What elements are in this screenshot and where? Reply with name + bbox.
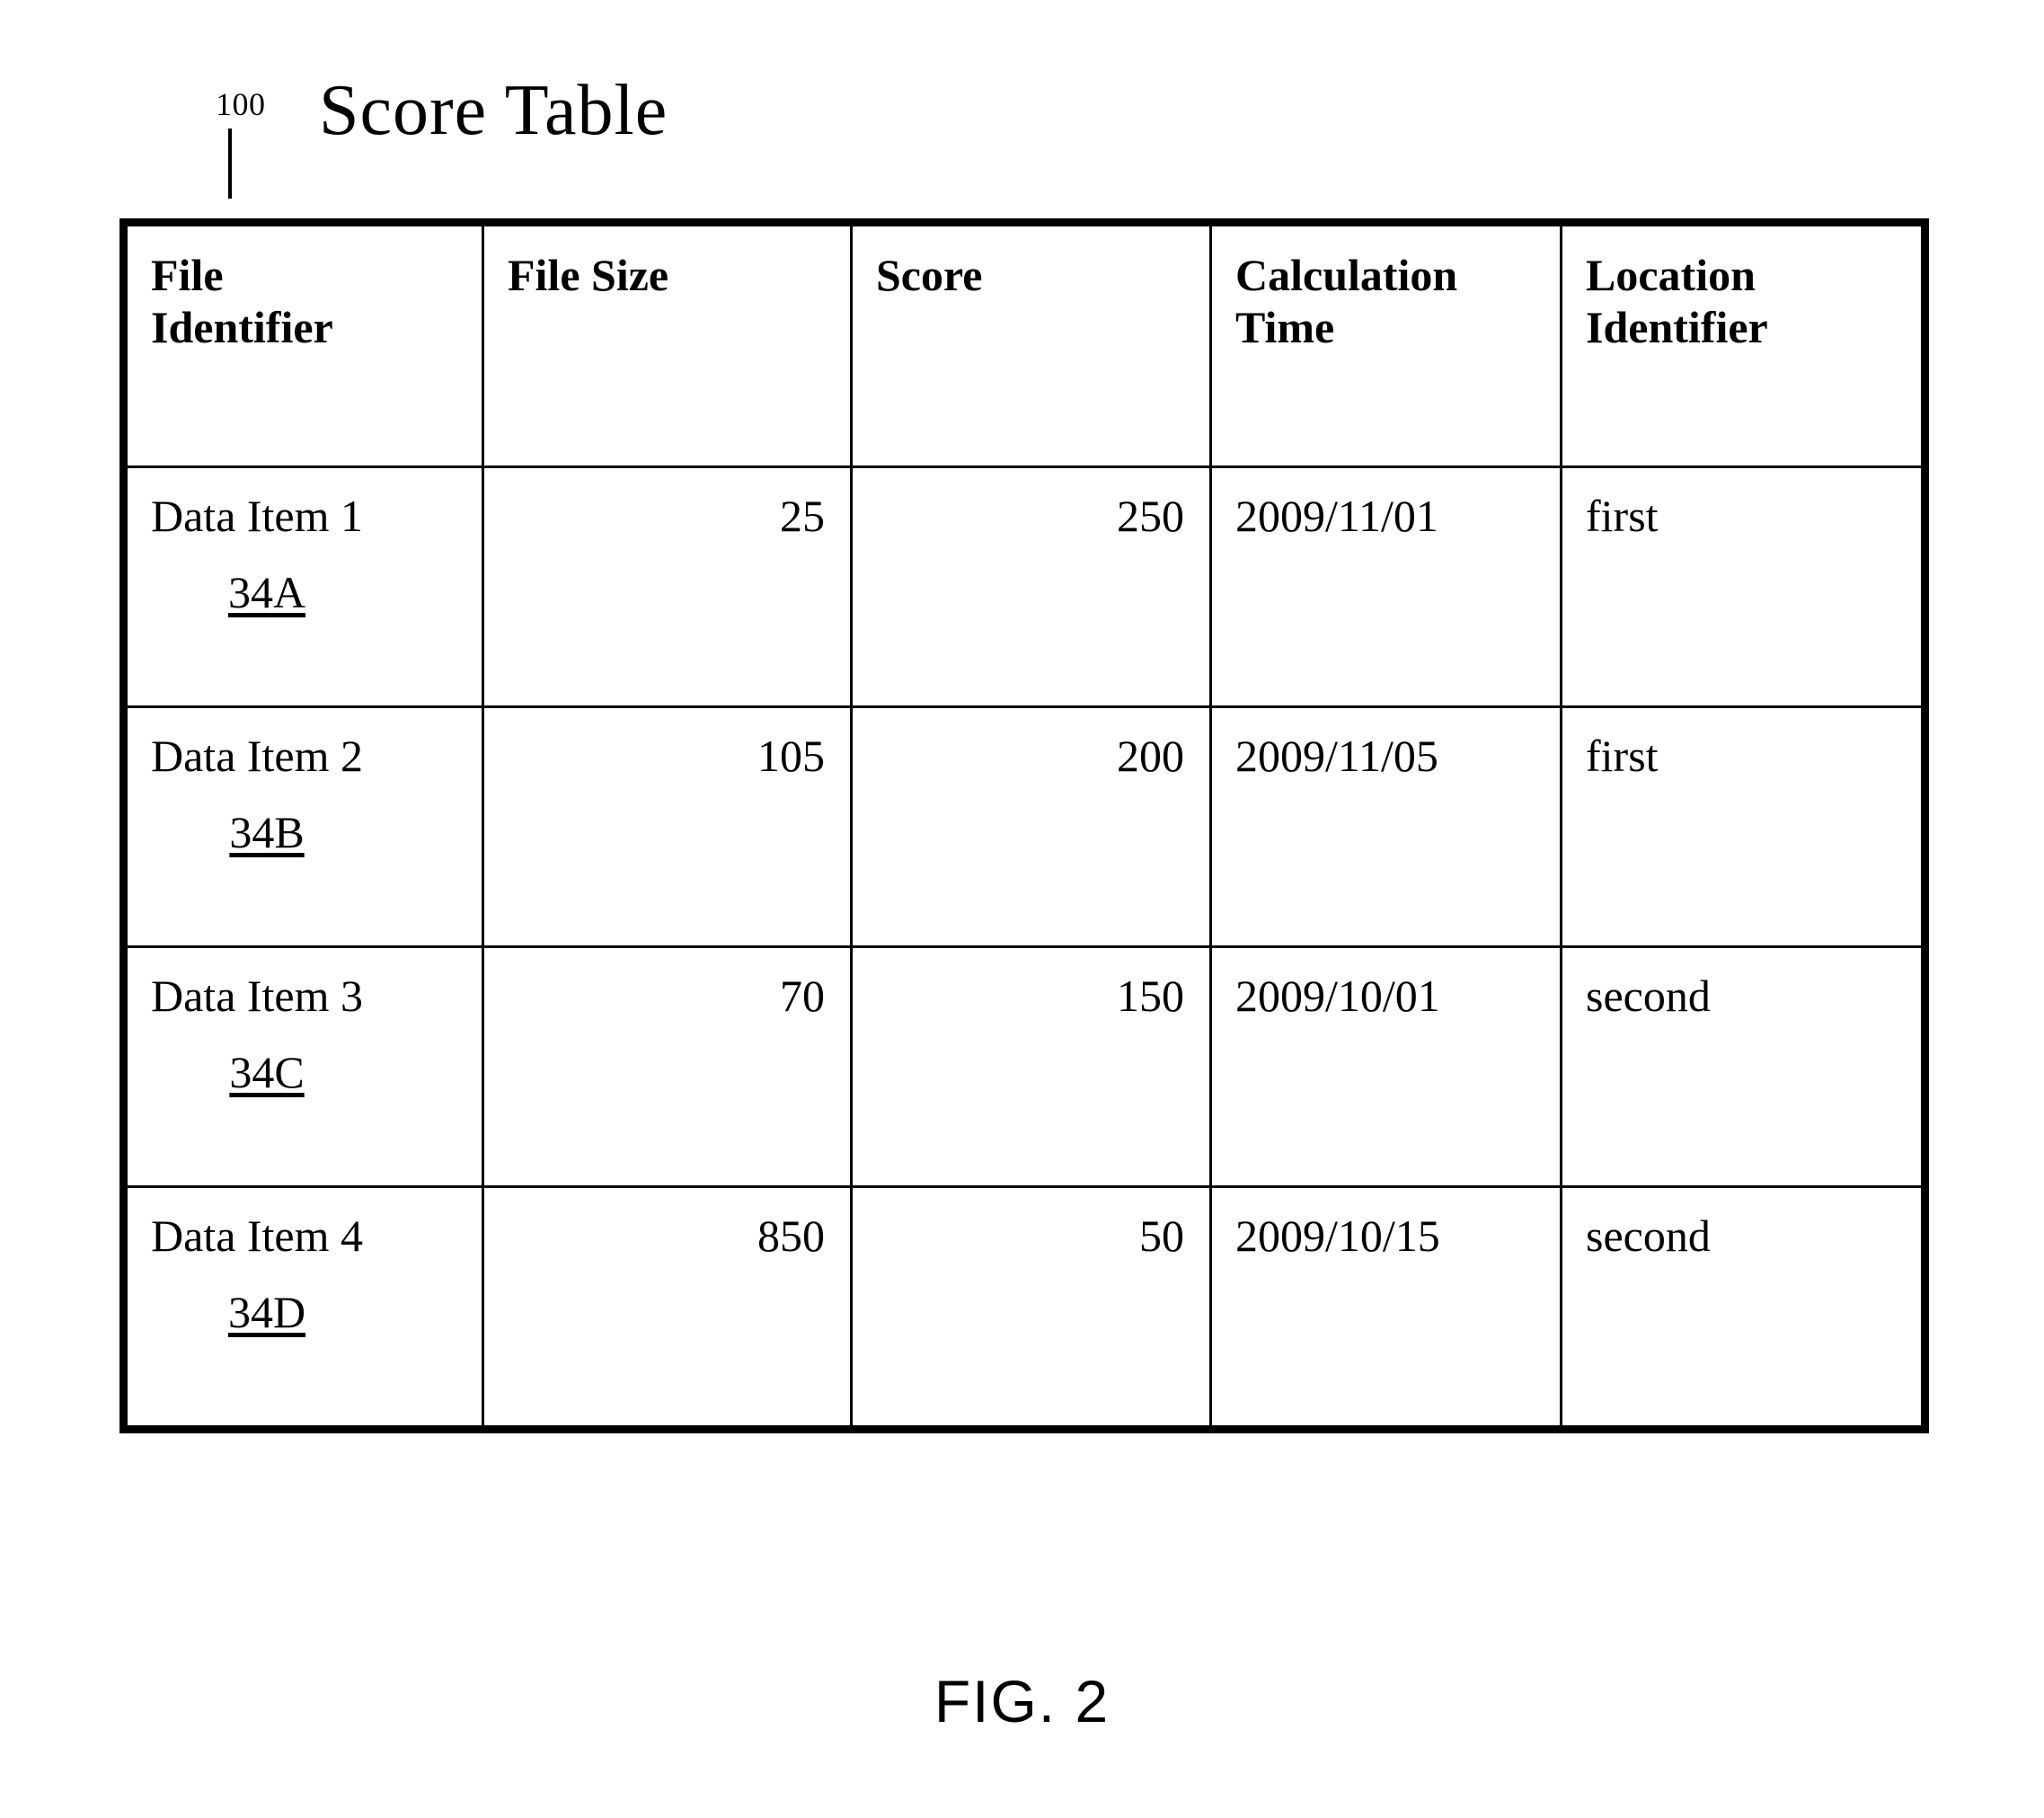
cell-calculation-time: 2009/11/05 (1209, 705, 1562, 948)
cell-location-identifier: second (1560, 1185, 1926, 1431)
cell-file-identifier: Data Item 2 34B (122, 705, 484, 948)
header-line-2: Identifier (1586, 301, 1768, 352)
cell-calculation-time: 2009/10/15 (1209, 1185, 1562, 1431)
cell-file-identifier: Data Item 1 34A (122, 466, 484, 708)
table-row: Data Item 2 34B 105 200 2009/11/05 first (122, 705, 1926, 948)
cell-score: 200 (850, 705, 1212, 948)
cell-file-size: 70 (482, 945, 853, 1188)
data-item-name: Data Item 3 (151, 971, 364, 1021)
reference-leader-line (228, 129, 232, 199)
cell-file-identifier: Data Item 3 34C (122, 945, 484, 1188)
table-row: Data Item 3 34C 70 150 2009/10/01 second (122, 945, 1926, 1188)
data-item-name: Data Item 4 (151, 1211, 364, 1261)
cell-location-identifier: first (1560, 705, 1926, 948)
cell-calculation-time: 2009/11/01 (1209, 466, 1562, 708)
reference-numeral-100: 100 (216, 86, 266, 122)
data-item-reference: 34C (229, 1047, 305, 1097)
header-line-1: Location (1586, 250, 1756, 300)
header-line-2: Time (1235, 301, 1335, 352)
cell-file-size: 105 (482, 705, 853, 948)
cell-score: 150 (850, 945, 1212, 1188)
data-item-reference: 34A (227, 567, 306, 617)
cell-file-identifier: Data Item 4 34D (122, 1185, 484, 1431)
header-line-2: Identifier (151, 301, 333, 352)
column-header-file-size: File Size (482, 221, 853, 468)
cell-file-size: 850 (482, 1185, 853, 1431)
figure-caption: FIG. 2 (934, 1668, 1110, 1734)
header-line-1: Score (876, 250, 983, 300)
header-line-1: Calculation (1235, 250, 1458, 300)
page-title: Score Table (319, 71, 668, 150)
column-header-calculation-time: Calculation Time (1209, 221, 1562, 468)
column-header-location-identifier: Location Identifier (1560, 221, 1926, 468)
data-item-name: Data Item 2 (151, 731, 364, 781)
table-row: Data Item 4 34D 850 50 2009/10/15 second (122, 1185, 1926, 1431)
column-header-score: Score (850, 221, 1212, 468)
data-item-name: Data Item 1 (151, 491, 364, 541)
table-header-row: File Identifier File Size Score Calculat… (122, 221, 1926, 468)
header-line-1: File (151, 250, 224, 300)
score-table: File Identifier File Size Score Calculat… (119, 218, 1929, 1433)
header-line-1: File Size (508, 250, 669, 300)
cell-score: 50 (850, 1185, 1212, 1431)
data-item-reference: 34B (229, 807, 305, 857)
cell-file-size: 25 (482, 466, 853, 708)
cell-score: 250 (850, 466, 1212, 708)
data-item-reference: 34D (227, 1287, 306, 1337)
figure-title-block: 100 Score Table (207, 75, 1464, 202)
cell-calculation-time: 2009/10/01 (1209, 945, 1562, 1188)
cell-location-identifier: second (1560, 945, 1926, 1188)
table-row: Data Item 1 34A 25 250 2009/11/01 first (122, 466, 1926, 708)
column-header-file-identifier: File Identifier (122, 221, 484, 468)
cell-location-identifier: first (1560, 466, 1926, 708)
